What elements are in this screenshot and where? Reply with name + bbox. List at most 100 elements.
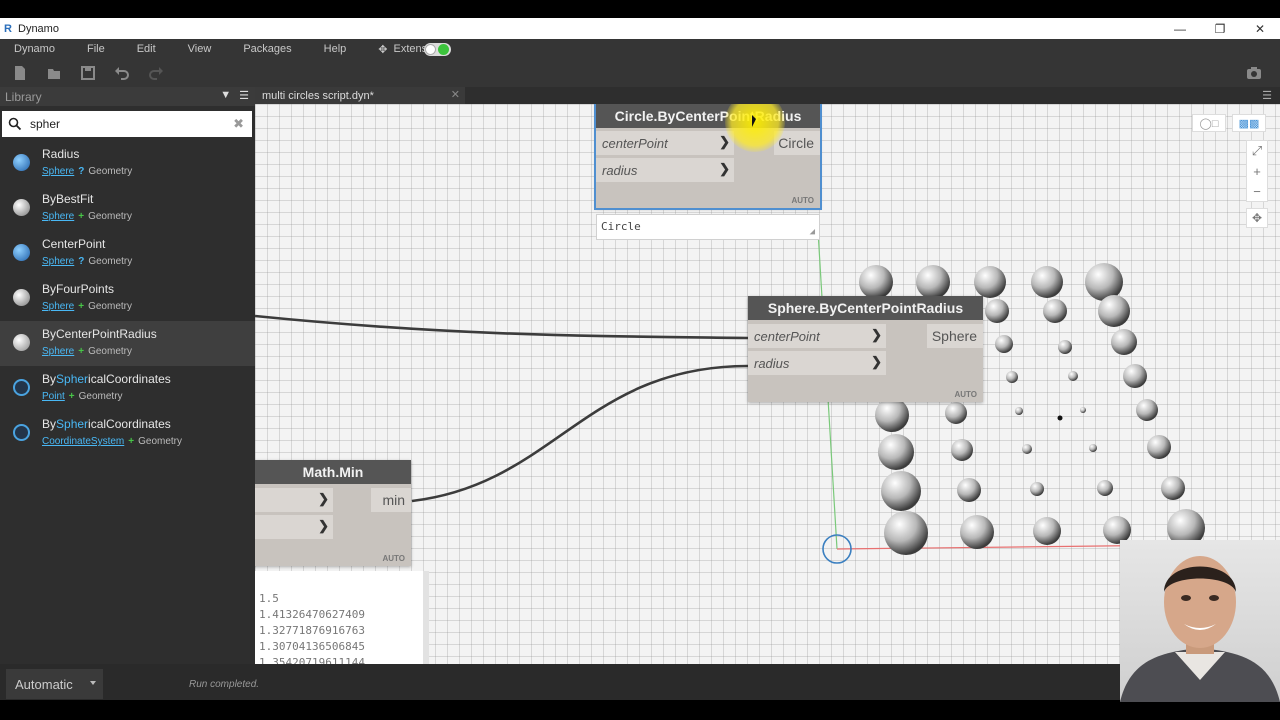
node-circle-bycenterpointradius[interactable]: Circle.ByCenterPointRadius centerPoint ❯ … — [594, 104, 822, 210]
tab-multi-circles-script[interactable]: multi circles script.dyn* ✕ — [255, 87, 465, 104]
fit-view-icon[interactable]: ⤢ — [1252, 141, 1262, 161]
run-status-message: Run completed. — [189, 679, 260, 690]
input-port-centerpoint[interactable]: centerPoint ❯ — [748, 324, 886, 348]
name-prefix: By — [42, 372, 57, 386]
notification-toggle[interactable] — [424, 43, 451, 56]
sphere-geometry — [1033, 517, 1061, 545]
output-port-min[interactable]: min — [371, 488, 411, 512]
pan-icon[interactable]: ✥ — [1246, 208, 1268, 228]
close-icon[interactable]: ✕ — [1240, 18, 1280, 39]
filter-icon[interactable]: ▼ — [220, 89, 231, 102]
input-port-radius[interactable]: radius ❯ — [596, 158, 734, 182]
category-link[interactable]: CoordinateSystem — [42, 436, 124, 447]
zoom-out-icon[interactable]: − — [1253, 181, 1261, 201]
sphere-radius-icon — [13, 154, 30, 171]
menu-help[interactable]: Help — [324, 43, 347, 55]
clear-search-icon[interactable]: ✖ — [233, 116, 244, 132]
coordinatesystem-spherical-icon — [13, 424, 30, 441]
menu-packages[interactable]: Packages — [243, 43, 291, 55]
library-item-bysphericalcoordinates-point[interactable]: BySphericalCoordinates Point + Geometry — [0, 366, 255, 411]
expand-preview-icon[interactable]: ◢ — [810, 227, 815, 237]
library-item-name: ByCenterPointRadius — [42, 327, 157, 341]
group-label: Geometry — [88, 346, 132, 357]
restore-icon[interactable]: ❐ — [1200, 18, 1240, 39]
library-item-byfourpoints[interactable]: ByFourPoints Sphere + Geometry — [0, 276, 255, 321]
sphere-geometry — [1030, 482, 1044, 496]
sphere-geometry — [957, 478, 981, 502]
sphere-geometry — [995, 335, 1013, 353]
node-preview-circle[interactable]: Circle ◢ — [596, 214, 820, 240]
view-mode-tools: ◯□ ▩▩ — [1192, 114, 1266, 132]
node-title[interactable]: Sphere.ByCenterPointRadius — [748, 296, 983, 320]
sphere-geometry — [916, 265, 950, 299]
sphere-geometry — [1098, 295, 1130, 327]
toggle-dot-icon — [425, 44, 436, 55]
sphere-geometry — [1111, 329, 1137, 355]
run-mode-dropdown[interactable]: Automatic — [6, 669, 103, 699]
presenter-webcam — [1120, 540, 1280, 702]
library-results: Radius Sphere ? Geometry ByBestFit Spher… — [0, 141, 255, 456]
category-link[interactable]: Sphere — [42, 166, 74, 177]
sphere-geometry — [878, 434, 914, 470]
library-item-bycenterpointradius[interactable]: ByCenterPointRadius Sphere + Geometry — [0, 321, 255, 366]
menu-edit[interactable]: Edit — [137, 43, 156, 55]
input-port-radius[interactable]: radius ❯ — [748, 351, 886, 375]
menu-dynamo[interactable]: Dynamo — [14, 43, 55, 55]
category-link[interactable]: Sphere — [42, 346, 74, 357]
node-title[interactable]: Circle.ByCenterPointRadius — [596, 104, 820, 128]
node-math-min[interactable]: Math.Min e1❯ e2❯ min AUTO — [255, 460, 411, 566]
node-preview-mathmin[interactable]: 1.5 1.41326470627409 1.32771876916763 1.… — [255, 571, 429, 664]
query-icon: ? — [78, 166, 85, 177]
status-bar: Automatic Run completed. — [0, 664, 1280, 700]
menu-file[interactable]: File — [87, 43, 105, 55]
open-file-icon[interactable] — [44, 64, 64, 82]
library-item-centerpoint[interactable]: CenterPoint Sphere ? Geometry — [0, 231, 255, 276]
group-label: Geometry — [88, 166, 133, 177]
menu-bar: Dynamo File Edit View Packages Help ✥ Ex… — [0, 39, 1280, 59]
category-link[interactable]: Sphere — [42, 256, 74, 267]
save-icon[interactable] — [78, 64, 98, 82]
new-file-icon[interactable] — [10, 64, 30, 82]
layout-list-icon[interactable]: ☰ — [239, 89, 249, 102]
graph-view-icon[interactable]: ▩▩ — [1232, 114, 1266, 132]
title-bar: R Dynamo — ❐ ✕ — [0, 18, 1280, 39]
sphere-bestfit-icon — [13, 199, 30, 216]
library-item-bybestfit[interactable]: ByBestFit Sphere + Geometry — [0, 186, 255, 231]
input-port-centerpoint[interactable]: centerPoint ❯ — [596, 131, 734, 155]
port-label: radius — [754, 355, 790, 371]
geometry-view-icon[interactable]: ◯□ — [1192, 114, 1226, 132]
close-tab-icon[interactable]: ✕ — [451, 88, 460, 101]
node-sphere-bycenterpointradius[interactable]: Sphere.ByCenterPointRadius centerPoint ❯ … — [748, 296, 983, 402]
tab-menu-icon[interactable]: ☰ — [1262, 89, 1272, 102]
category-link[interactable]: Point — [42, 391, 65, 402]
minimize-icon[interactable]: — — [1160, 18, 1200, 39]
sphere-geometry — [859, 265, 893, 299]
sphere-geometry — [1161, 476, 1185, 500]
menu-view[interactable]: View — [188, 43, 212, 55]
category-link[interactable]: Sphere — [42, 211, 74, 222]
library-item-radius[interactable]: Radius Sphere ? Geometry — [0, 141, 255, 186]
library-item-meta: Sphere + Geometry — [42, 211, 132, 222]
search-input[interactable] — [28, 116, 218, 132]
sphere-fourpoints-icon — [13, 289, 30, 306]
library-item-name: ByBestFit — [42, 192, 94, 206]
library-item-name: Radius — [42, 147, 80, 161]
zoom-in-icon[interactable]: + — [1253, 161, 1261, 181]
input-port-e1[interactable]: e1❯ — [255, 488, 333, 512]
node-title[interactable]: Math.Min — [255, 460, 411, 484]
undo-icon[interactable] — [112, 64, 132, 82]
name-suffix: icalCoordinates — [88, 417, 171, 431]
library-item-name: CenterPoint — [42, 237, 106, 251]
sphere-centerpoint-icon — [13, 244, 30, 261]
redo-icon[interactable] — [146, 64, 166, 82]
library-item-meta: Sphere ? Geometry — [42, 166, 132, 177]
library-item-bysphericalcoordinates-coordsys[interactable]: BySphericalCoordinates CoordinateSystem … — [0, 411, 255, 456]
screenshot-camera-icon[interactable] — [1244, 64, 1264, 82]
output-port-sphere[interactable]: Sphere — [927, 324, 983, 348]
sphere-geometry — [1068, 371, 1078, 381]
category-link[interactable]: Sphere — [42, 301, 74, 312]
input-port-e2[interactable]: e2❯ — [255, 515, 333, 539]
sphere-geometry — [1089, 444, 1097, 452]
sphere-geometry — [1015, 407, 1023, 415]
sphere-geometry — [1006, 371, 1018, 383]
